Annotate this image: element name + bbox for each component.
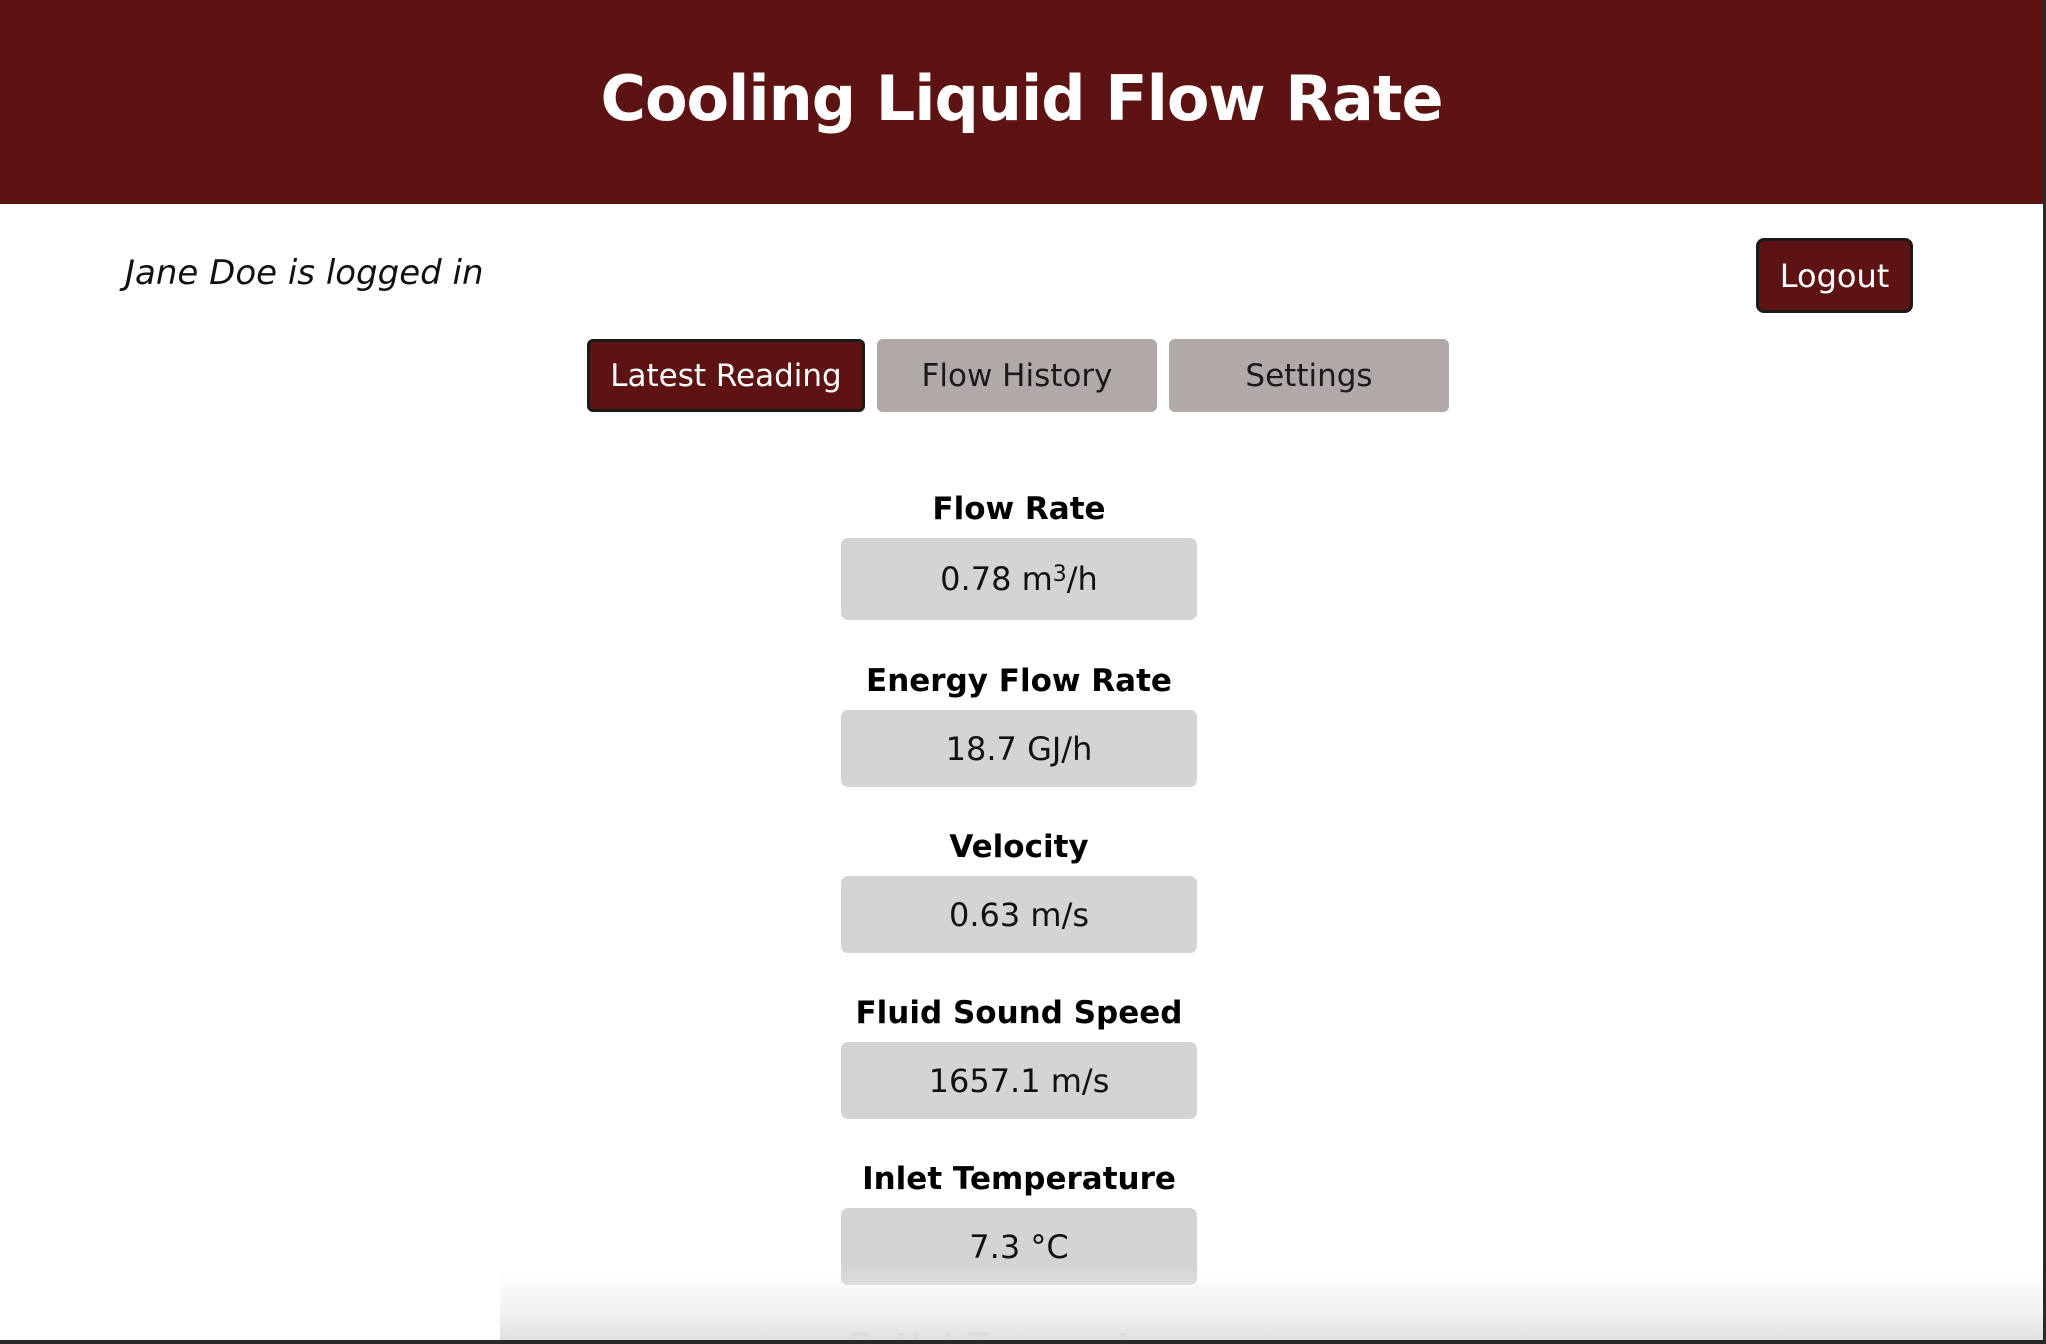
reading-outlet-temperature: Outlet Temperature: [841, 1316, 1197, 1340]
reading-value: 0.78 m 3/h: [841, 538, 1197, 620]
reading-value: 7.3 °C: [841, 1208, 1197, 1285]
reading-label: Velocity: [949, 829, 1089, 865]
reading-label: Inlet Temperature: [862, 1161, 1176, 1197]
page: Cooling Liquid Flow Rate Jane Doe is log…: [0, 0, 2046, 1344]
tab-latest-reading[interactable]: Latest Reading: [587, 339, 865, 412]
bottom-fade-overlay: [500, 1268, 2043, 1340]
reading-value-number: 0.78 m: [940, 560, 1053, 598]
reading-label: Fluid Sound Speed: [855, 995, 1183, 1031]
reading-label: Flow Rate: [932, 491, 1106, 527]
reading-label: Energy Flow Rate: [866, 663, 1172, 699]
reading-flow-rate: Flow Rate 0.78 m 3/h: [841, 480, 1197, 620]
app-header: Cooling Liquid Flow Rate: [0, 0, 2043, 204]
reading-inlet-temperature: Inlet Temperature 7.3 °C: [841, 1150, 1197, 1285]
reading-fluid-sound-speed: Fluid Sound Speed 1657.1 m/s: [841, 984, 1197, 1119]
reading-value: 18.7 GJ/h: [841, 710, 1197, 787]
tab-bar: Latest Reading Flow History Settings: [587, 339, 1449, 412]
page-title: Cooling Liquid Flow Rate: [600, 61, 1443, 135]
reading-label: Outlet Temperature: [841, 1316, 1197, 1340]
reading-energy-flow-rate: Energy Flow Rate 18.7 GJ/h: [841, 652, 1197, 787]
tab-settings[interactable]: Settings: [1169, 339, 1449, 412]
reading-value-suffix: /h: [1066, 560, 1098, 598]
user-status: Jane Doe is logged in: [125, 253, 484, 293]
browser-window: Cooling Liquid Flow Rate Jane Doe is log…: [0, 0, 2046, 1344]
reading-value: 0.63 m/s: [841, 876, 1197, 953]
reading-velocity: Velocity 0.63 m/s: [841, 818, 1197, 953]
reading-value: 1657.1 m/s: [841, 1042, 1197, 1119]
logout-button[interactable]: Logout: [1756, 238, 1913, 313]
tab-flow-history[interactable]: Flow History: [877, 339, 1157, 412]
